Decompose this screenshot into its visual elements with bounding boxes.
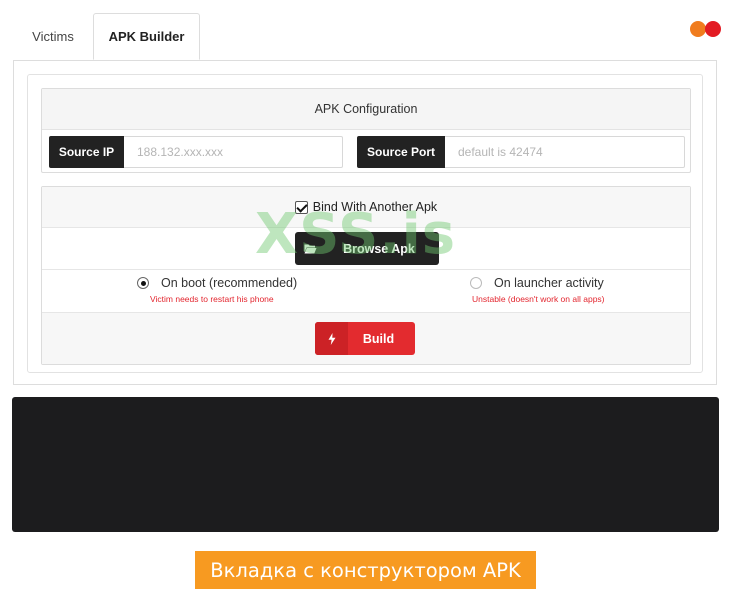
tab-victims-label: Victims <box>32 29 74 44</box>
apk-configuration-title: APK Configuration <box>42 89 690 130</box>
on-launcher-option: On launcher activity Unstable (doesn't w… <box>470 276 605 304</box>
on-boot-option: On boot (recommended) Victim needs to re… <box>137 276 297 304</box>
source-port-group: Source Port <box>357 136 685 168</box>
bind-row: Bind With Another Apk <box>42 187 690 228</box>
bind-apk-checkbox-wrap[interactable]: Bind With Another Apk <box>294 200 438 214</box>
source-port-label: Source Port <box>357 136 445 168</box>
build-button[interactable]: Build <box>315 322 415 355</box>
apk-builder-card: APK Configuration Source IP Source Port … <box>27 74 703 373</box>
on-boot-label: On boot (recommended) <box>161 276 298 290</box>
browse-apk-label: Browse Apk <box>343 241 415 256</box>
source-ip-label: Source IP <box>49 136 124 168</box>
build-label: Build <box>362 331 395 346</box>
tab-apk-builder-label: APK Builder <box>108 29 185 44</box>
red-dot-icon <box>705 21 721 37</box>
source-ip-group: Source IP <box>49 136 343 168</box>
tab-bar: Victims APK Builder <box>13 13 200 61</box>
bind-options-section: Bind With Another Apk Browse Apk On boot… <box>41 186 691 365</box>
console-output-area <box>12 397 719 532</box>
on-launcher-radio[interactable] <box>470 277 482 289</box>
tab-victims[interactable]: Victims <box>13 13 93 60</box>
on-boot-hint: Victim needs to restart his phone <box>150 294 274 304</box>
tab-apk-builder[interactable]: APK Builder <box>93 13 200 60</box>
apk-configuration-section: APK Configuration Source IP Source Port <box>41 88 691 173</box>
folder-open-icon <box>295 243 325 254</box>
source-port-input[interactable] <box>445 136 685 168</box>
launch-mode-row: On boot (recommended) Victim needs to re… <box>42 270 690 313</box>
bind-apk-checkbox[interactable] <box>294 200 308 214</box>
on-launcher-label: On launcher activity <box>494 276 604 290</box>
source-ip-input[interactable] <box>124 136 343 168</box>
brand-logo <box>690 21 721 37</box>
bind-apk-label: Bind With Another Apk <box>312 200 438 214</box>
figure-caption: Вкладка с конструктором APK <box>195 551 536 589</box>
build-row: Build <box>42 313 690 364</box>
browse-apk-button[interactable]: Browse Apk <box>295 232 439 265</box>
on-launcher-hint: Unstable (doesn't work on all apps) <box>472 294 605 304</box>
orange-dot-icon <box>690 21 706 37</box>
on-boot-radio-line[interactable]: On boot (recommended) <box>137 276 297 290</box>
on-launcher-radio-line[interactable]: On launcher activity <box>470 276 605 290</box>
browse-row: Browse Apk <box>42 228 690 270</box>
lightning-bolt-icon <box>315 322 348 355</box>
on-boot-radio[interactable] <box>137 277 149 289</box>
apk-builder-panel: APK Configuration Source IP Source Port … <box>13 60 717 385</box>
